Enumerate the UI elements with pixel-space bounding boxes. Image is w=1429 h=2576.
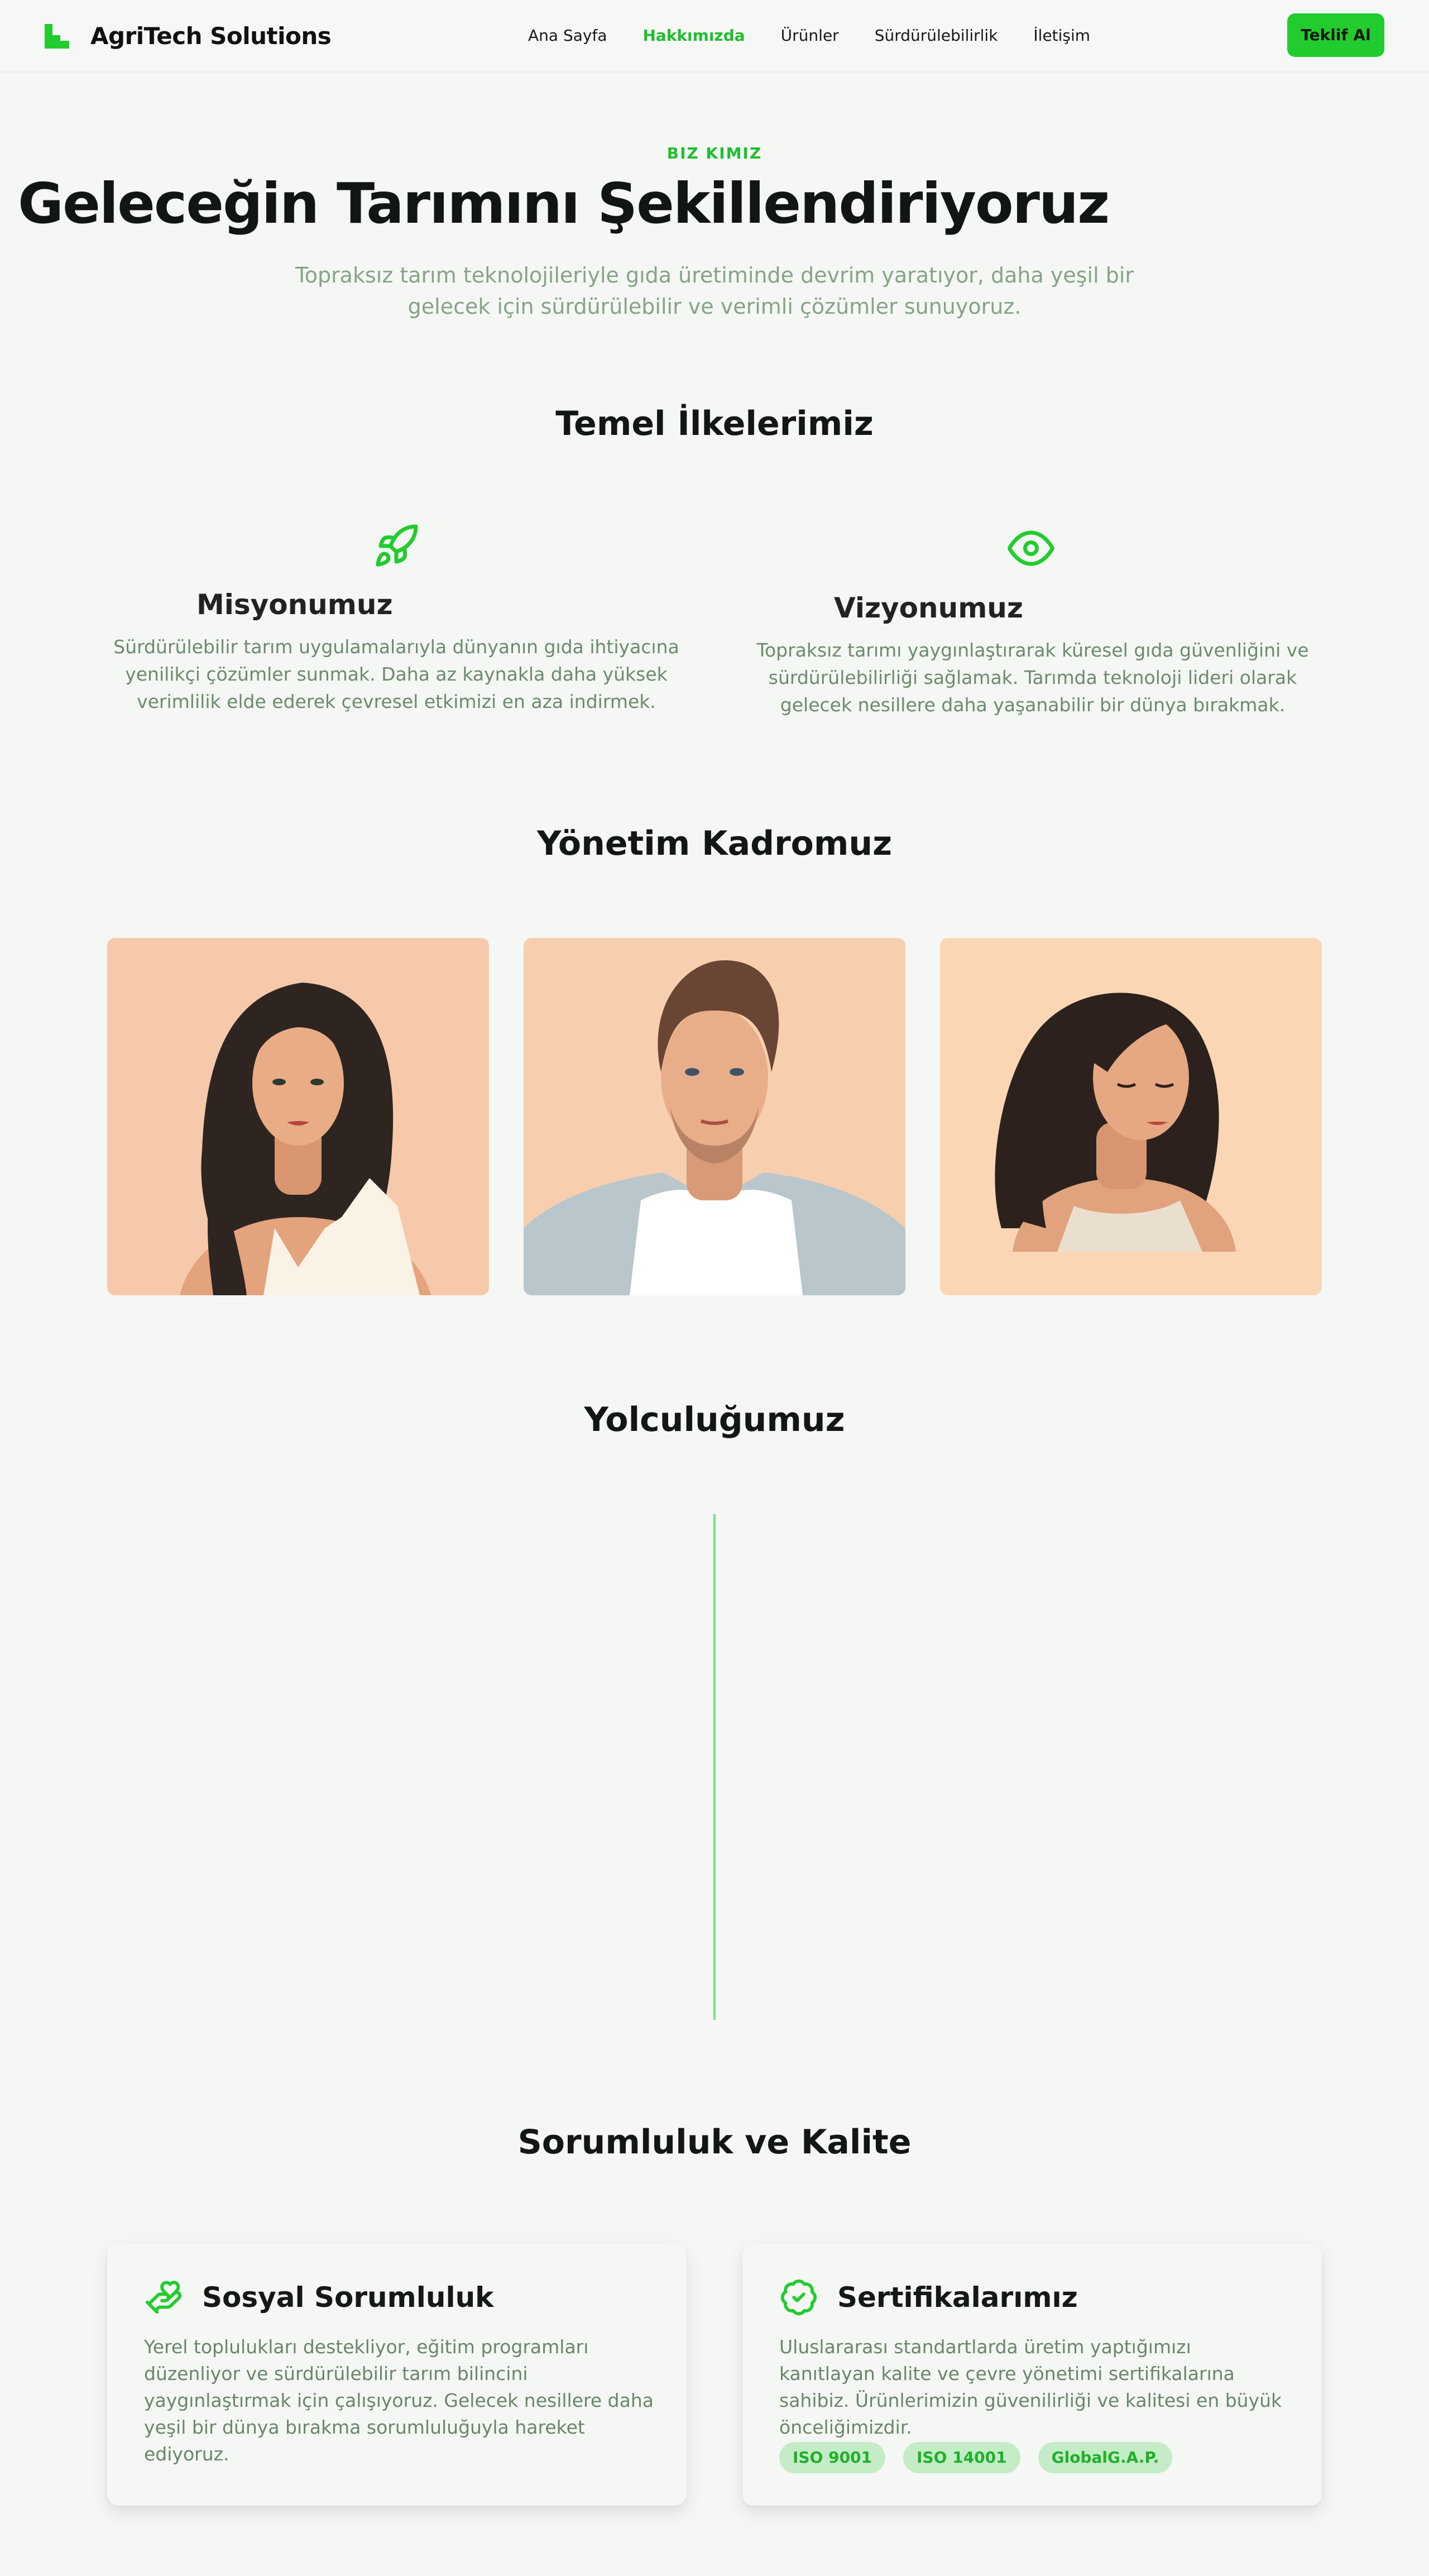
journey-title: Yolculuğumuz [584, 1400, 845, 1439]
vision-text: Topraksız tarımı yaygınlaştırarak kürese… [756, 639, 1309, 716]
site-header: AgriTech Solutions Ana Sayfa Hakkımızda … [0, 0, 1429, 73]
mission-block: Misyonumuz Sürdürülebilir tarım uygulama… [100, 588, 692, 715]
hero-eyebrow: BIZ KIMIZ [666, 144, 763, 162]
quality-title: Sorumluluk ve Kalite [517, 2123, 912, 2162]
team-member-portrait [995, 993, 1236, 1252]
certificates-text: Uluslararası standartlarda üretim yaptığ… [779, 2336, 1282, 2438]
rocket-icon [376, 524, 418, 567]
mission-title: Misyonumuz [196, 588, 393, 621]
nav-item-home[interactable]: Ana Sayfa [528, 25, 607, 47]
social-responsibility-card: Sosyal Sorumluluk Yerel toplulukları des… [107, 2243, 687, 2506]
team-member-card[interactable] [940, 938, 1322, 1295]
hero-title: Geleceğin Tarımını Şekillendiriyoruz [18, 171, 1110, 236]
nav-item-sustainability[interactable]: Sürdürülebilirlik [875, 25, 998, 47]
team-member-card[interactable] [524, 938, 905, 1295]
certificate-badge: ISO 9001 [779, 2442, 886, 2473]
certificates-title: Sertifikalarımız [837, 2281, 1078, 2314]
get-quote-button[interactable]: Teklif Al [1287, 13, 1384, 57]
vision-title: Vizyonumuz [834, 592, 1023, 624]
logo-icon [45, 23, 69, 49]
social-responsibility-title: Sosyal Sorumluluk [202, 2281, 494, 2314]
hand-heart-icon [145, 2281, 182, 2314]
main-nav: Ana Sayfa Hakkımızda Ürünler Sürdürülebi… [528, 25, 1126, 47]
vision-block: Vizyonumuz Topraksız tarımı yaygınlaştır… [748, 592, 1317, 719]
team-member-portrait [524, 960, 905, 1295]
team-title: Yönetim Kadromuz [536, 824, 893, 863]
eye-icon [1008, 530, 1054, 566]
principles-title: Temel İlkelerimiz [555, 404, 874, 443]
social-responsibility-text: Yerel toplulukları destekliyor, eğitim p… [144, 2336, 654, 2465]
team-member-portrait [180, 983, 431, 1295]
nav-item-contact[interactable]: İletişim [1033, 25, 1090, 47]
certificates-card: Sertifikalarımız Uluslararası standartla… [742, 2243, 1322, 2506]
certificate-badge: ISO 14001 [903, 2442, 1020, 2473]
brand-logo[interactable]: AgriTech Solutions [45, 22, 332, 50]
certificate-badges: ISO 9001 ISO 14001 GlobalG.A.P. [779, 2442, 1190, 2473]
hero-subtitle: Topraksız tarım teknolojileriyle gıda ür… [295, 263, 1134, 319]
timeline-line [713, 1514, 716, 2020]
nav-item-about[interactable]: Hakkımızda [642, 25, 745, 47]
certificate-badge: GlobalG.A.P. [1038, 2442, 1173, 2473]
badge-check-icon [780, 2280, 817, 2316]
brand-name: AgriTech Solutions [90, 22, 332, 50]
mission-text: Sürdürülebilir tarım uygulamalarıyla dün… [113, 636, 679, 712]
nav-item-products[interactable]: Ürünler [781, 25, 839, 47]
team-member-card[interactable] [107, 938, 489, 1295]
